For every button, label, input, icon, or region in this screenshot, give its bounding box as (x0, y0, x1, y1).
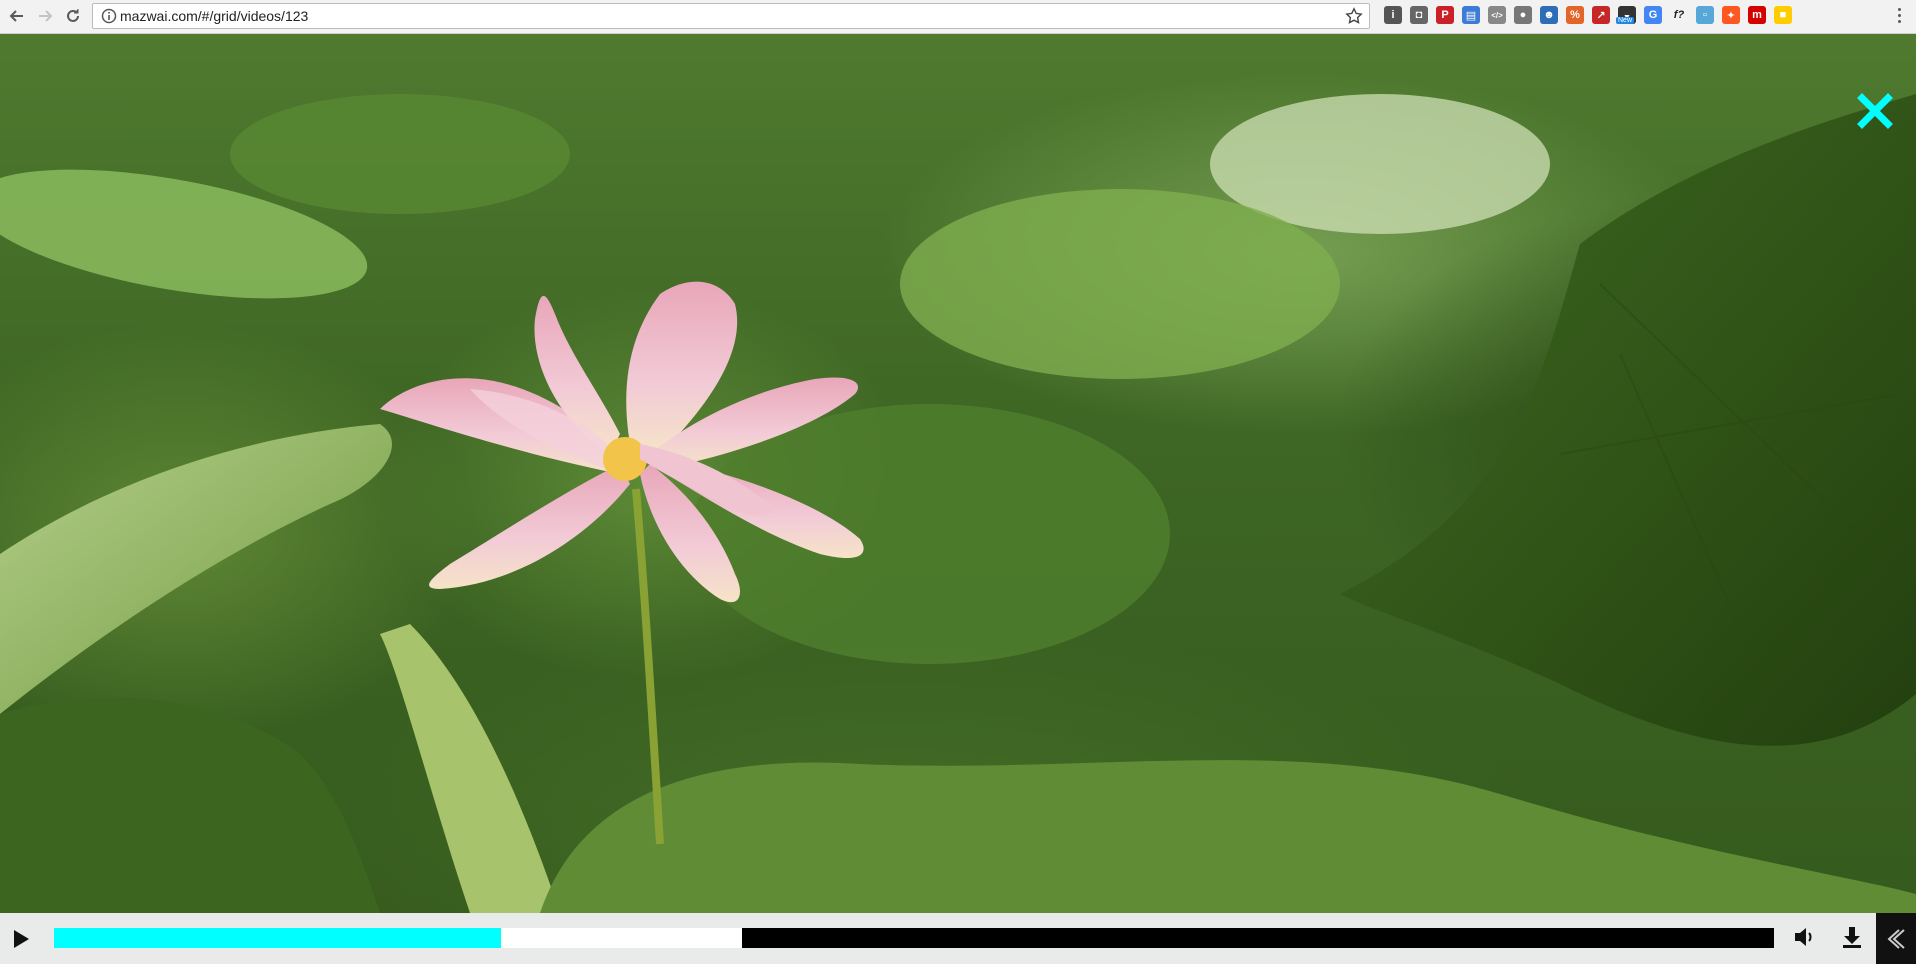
info-circle-extension-icon[interactable]: i (1384, 6, 1402, 24)
fire-extension-icon[interactable]: ✦ (1722, 6, 1740, 24)
page-extension-icon[interactable]: ▤ (1462, 6, 1480, 24)
played-progress (54, 928, 502, 948)
close-x-icon[interactable] (1856, 92, 1894, 130)
translate-extension-icon[interactable]: G (1644, 6, 1662, 24)
code-extension-icon[interactable]: </> (1488, 6, 1506, 24)
red-arrow-extension-icon[interactable]: ↗ (1592, 6, 1610, 24)
address-bar[interactable]: mazwai.com/#/grid/videos/123 (92, 3, 1370, 29)
user-extension-icon[interactable]: ☻ (1540, 6, 1558, 24)
more-vertical-icon[interactable] (1891, 6, 1909, 26)
back-arrow-icon[interactable] (6, 5, 28, 27)
new-badge-extension-icon[interactable]: ◒ New (1616, 6, 1636, 24)
circle-extension-icon[interactable]: ● (1514, 6, 1532, 24)
m-extension-icon[interactable]: m (1748, 6, 1766, 24)
pinterest-extension-icon[interactable]: P (1436, 6, 1454, 24)
new-badge: New (1616, 17, 1635, 24)
box-extension-icon[interactable]: ▫ (1696, 6, 1714, 24)
volume-icon[interactable] (1791, 924, 1817, 950)
flag-extension-icon[interactable]: ■ (1774, 6, 1792, 24)
reload-icon[interactable] (62, 5, 84, 27)
percent-extension-icon[interactable]: % (1566, 6, 1584, 24)
lotus-video-still (0, 94, 1916, 913)
bookmark-star-icon[interactable] (1345, 7, 1363, 30)
collapse-panel-icon[interactable] (1876, 913, 1916, 964)
font-extension-icon[interactable]: f? (1670, 6, 1688, 24)
info-icon[interactable] (101, 8, 117, 29)
camera-extension-icon[interactable]: ◘ (1410, 6, 1428, 24)
progress-bar[interactable] (54, 928, 1774, 948)
play-icon[interactable] (8, 926, 34, 952)
video-frame[interactable] (0, 34, 1916, 913)
browser-toolbar: mazwai.com/#/grid/videos/123 i ◘ P ▤ </> ● ☻% ↗… (0, 0, 1916, 34)
url-text[interactable]: mazwai.com/#/grid/videos/123 (120, 8, 308, 24)
download-icon[interactable] (1839, 924, 1865, 950)
forward-arrow-icon[interactable] (34, 5, 56, 27)
